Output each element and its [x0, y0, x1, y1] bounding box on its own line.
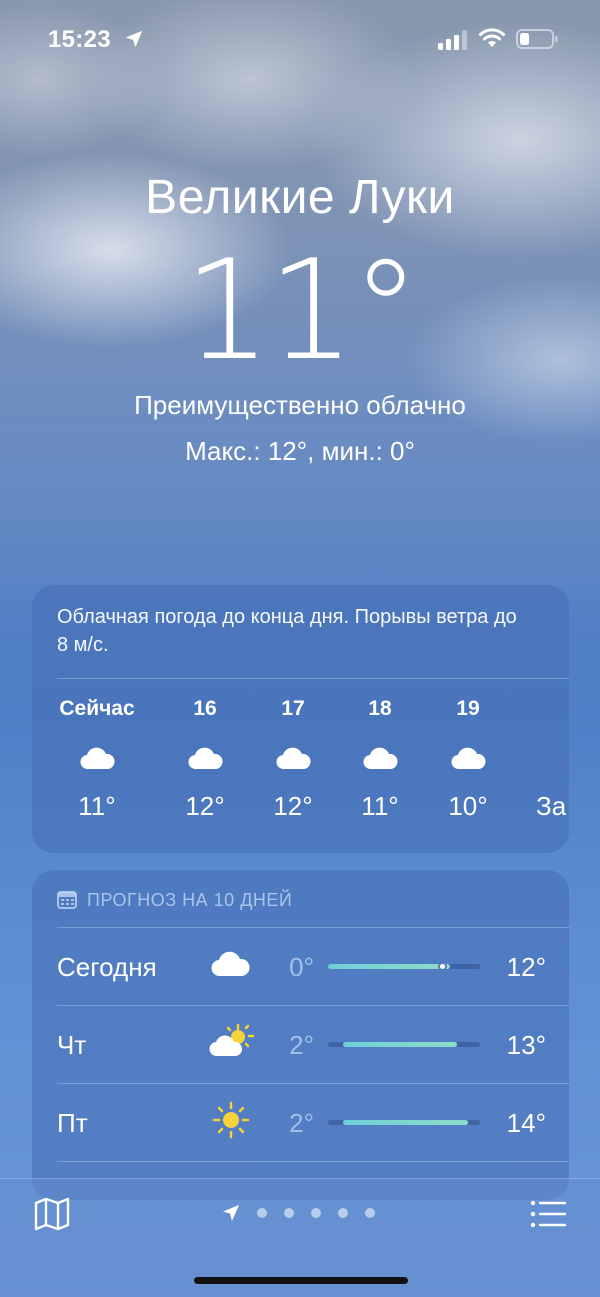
hour-item: 17 12° — [248, 697, 338, 822]
hour-temperature: 11° — [78, 791, 116, 821]
temperature-range-fill — [343, 1120, 468, 1125]
divider — [57, 1161, 569, 1162]
hour-label: 19 — [456, 697, 480, 720]
temperature-range-bar — [328, 1042, 480, 1047]
cloud-icon — [451, 747, 486, 770]
page-indicator[interactable] — [222, 1203, 375, 1223]
day-low-temp: 2° — [289, 1108, 314, 1138]
hour-temperature: За — [536, 791, 567, 821]
current-temp-marker — [438, 962, 447, 971]
current-location-icon — [223, 1205, 239, 1221]
ten-day-forecast-card[interactable]: ПРОГНОЗ НА 10 ДНЕЙ Сегодня 0° 12° Чт 2° … — [32, 870, 569, 1200]
list-icon[interactable] — [530, 1199, 566, 1229]
day-row[interactable]: Сегодня 0° 12° — [32, 928, 569, 1005]
hour-item: 16 12° — [160, 697, 250, 822]
hour-item: 19 10° — [423, 697, 513, 822]
partly-sunny-icon — [209, 1023, 254, 1057]
hour-label — [510, 697, 569, 725]
battery-icon — [516, 29, 558, 49]
day-name: Сегодня — [57, 952, 157, 982]
cloud-icon — [276, 747, 311, 770]
location-arrow-icon — [125, 30, 143, 48]
wifi-icon — [479, 28, 505, 47]
bottom-toolbar — [0, 1178, 600, 1297]
day-high-temp: 13° — [506, 1030, 546, 1060]
temperature-range-fill — [328, 964, 450, 969]
day-low-temp: 2° — [289, 1030, 314, 1060]
hour-label: 17 — [281, 697, 305, 720]
hour-temperature: 10° — [448, 791, 488, 821]
forecast-summary: Облачная погода до конца дня. Порывы вет… — [57, 606, 517, 656]
hour-label: 16 — [193, 697, 217, 720]
ten-day-title: ПРОГНОЗ НА 10 ДНЕЙ — [87, 889, 293, 910]
hour-temperature: 12° — [185, 791, 225, 821]
temperature-range-fill — [343, 1042, 458, 1047]
current-weather: Великие Луки 11° Преимущественно облачно… — [0, 170, 600, 466]
cloud-icon — [80, 747, 115, 770]
map-icon[interactable] — [34, 1197, 70, 1231]
page-dot[interactable] — [365, 1208, 375, 1218]
divider — [57, 678, 569, 679]
current-temperature: 11° — [183, 230, 421, 391]
temperature-range-bar — [328, 1120, 480, 1125]
day-row[interactable]: Чт 2° 13° — [32, 1006, 569, 1083]
day-high-temp: 14° — [506, 1108, 546, 1138]
hour-temperature: 11° — [361, 791, 399, 821]
cloud-icon — [211, 951, 250, 977]
hour-temperature: 12° — [273, 791, 313, 821]
hour-label: 18 — [368, 697, 392, 720]
hour-label: Сейчас — [59, 697, 135, 720]
page-dot[interactable] — [338, 1208, 348, 1218]
day-high-temp: 12° — [506, 952, 546, 982]
cloud-icon — [188, 747, 223, 770]
temperature-range-bar — [328, 962, 480, 971]
high-low-temperature: Макс.: 12°, мин.: 0° — [185, 436, 415, 466]
status-bar: 15:23 — [0, 0, 600, 80]
hour-item: 18 11° — [335, 697, 425, 822]
hour-item: За — [510, 697, 569, 822]
day-low-temp: 0° — [289, 952, 314, 982]
calendar-icon — [57, 891, 77, 909]
cloud-icon — [363, 747, 398, 770]
day-name: Чт — [57, 1030, 87, 1060]
page-dot[interactable] — [284, 1208, 294, 1218]
hourly-forecast-card[interactable]: Облачная погода до конца дня. Порывы вет… — [32, 585, 569, 853]
city-name: Великие Луки — [145, 171, 455, 224]
day-name: Пт — [57, 1108, 88, 1138]
hour-item: Сейчас 11° — [52, 697, 142, 822]
weather-condition: Преимущественно облачно — [134, 390, 466, 420]
day-row[interactable]: Пт 2° 14° — [32, 1084, 569, 1161]
status-time: 15:23 — [48, 26, 111, 53]
sun-icon — [212, 1101, 250, 1139]
ten-day-header: ПРОГНОЗ НА 10 ДНЕЙ — [57, 888, 292, 912]
cellular-signal-icon — [438, 30, 467, 50]
page-dot[interactable] — [311, 1208, 321, 1218]
page-dot[interactable] — [257, 1208, 267, 1218]
home-indicator[interactable] — [194, 1277, 408, 1284]
